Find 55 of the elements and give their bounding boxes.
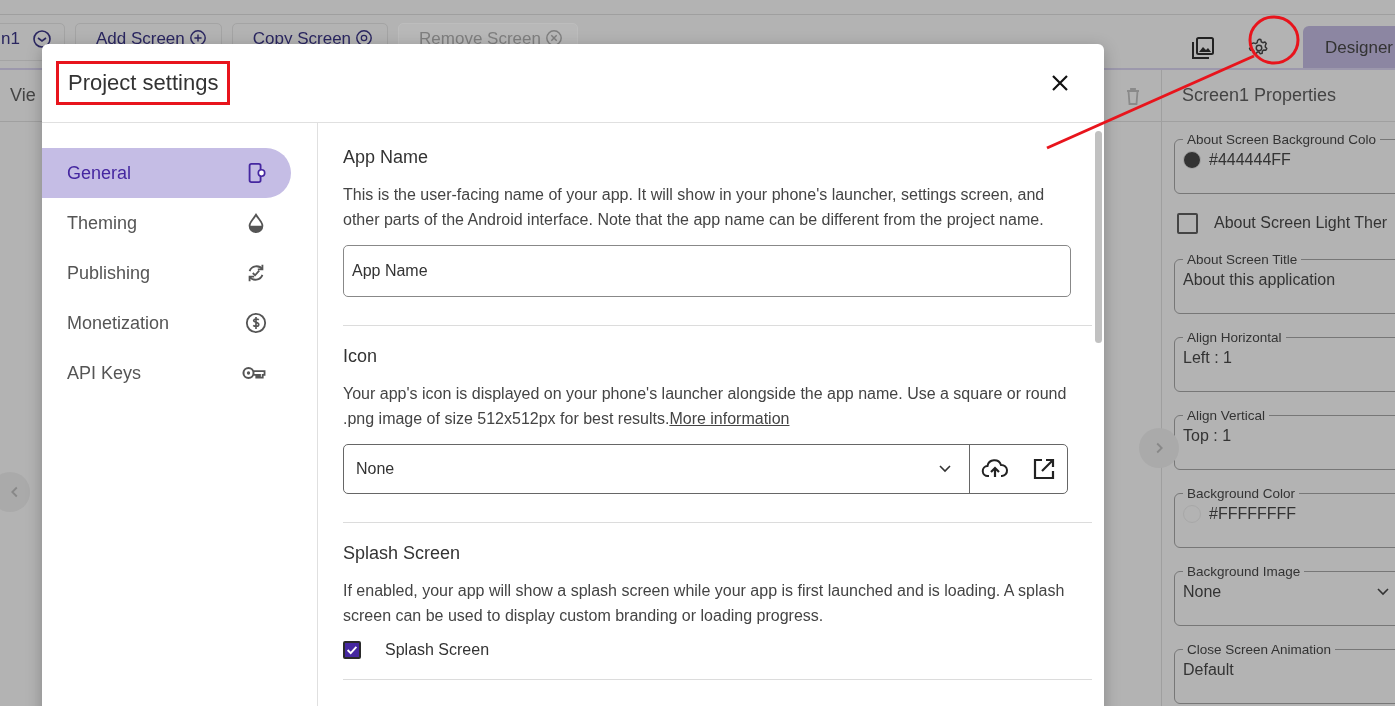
caret-icon: [31, 28, 52, 49]
dollar-icon: [245, 312, 267, 334]
property-field[interactable]: Align Vertical Top : 1: [1174, 408, 1395, 470]
section-description: If enabled, your app will show a splash screen while your app is first launched and is loading. A splash screen can be used to display custom branding or loading progress.: [343, 581, 1066, 626]
viewer-label: Vie: [10, 85, 36, 106]
checkbox-label: About Screen Light Ther: [1214, 214, 1388, 232]
field-label: About Screen Background Colo: [1186, 132, 1378, 147]
app-name-field[interactable]: App Name: [343, 245, 1071, 297]
checkbox-label: Splash Screen: [385, 641, 490, 659]
check-icon: [345, 643, 359, 657]
section-heading: App Name: [343, 147, 430, 168]
section-heading: Splash Screen: [343, 543, 462, 564]
designer-tab[interactable]: Designer: [1303, 25, 1395, 70]
close-icon: [1050, 73, 1070, 93]
field-value: #444444FF: [1209, 151, 1291, 169]
field-label: Background Color: [1186, 486, 1297, 501]
dialog-title: Project settings: [68, 70, 219, 95]
settings-nav-item[interactable]: API Keys: [42, 348, 291, 398]
settings-nav-item[interactable]: General: [42, 148, 291, 198]
copy-icon: [355, 28, 374, 47]
section-heading: Icon: [343, 346, 379, 367]
settings-nav-item[interactable]: Theming: [42, 198, 291, 248]
chevron-down-icon: [939, 465, 951, 473]
property-field[interactable]: About Screen Title About this application: [1174, 252, 1395, 314]
checkbox[interactable]: [1177, 212, 1198, 234]
property-field[interactable]: Background Color #FFFFFFFF: [1174, 486, 1395, 548]
chevron-down-icon: [1377, 588, 1389, 596]
properties-title: Screen1 Properties: [1182, 85, 1337, 106]
field-value: About this application: [1183, 271, 1336, 289]
gallery-icon[interactable]: [1191, 35, 1215, 60]
field-value: Left : 1: [1183, 349, 1232, 367]
plus-icon: [188, 28, 207, 47]
field-label: Close Screen Animation: [1186, 642, 1333, 657]
property-field[interactable]: Close Screen Animation Default: [1174, 642, 1395, 704]
field-value: Top : 1: [1183, 427, 1232, 445]
property-field[interactable]: Align Horizontal Left : 1: [1174, 330, 1395, 392]
field-value: None: [1183, 583, 1222, 601]
settings-nav-item[interactable]: Publishing: [42, 248, 291, 298]
section-description: This is the user-facing name of your app. It will show in your phone's launcher, settings screen, and other parts of the Android interface. Note that the app name can be different from the project name.: [343, 185, 1046, 230]
checkbox[interactable]: [343, 641, 361, 659]
field-value: Default: [1183, 661, 1234, 679]
field-label: Align Vertical: [1186, 408, 1267, 423]
more-information-link[interactable]: More information: [669, 410, 790, 427]
field-value: #FFFFFFFF: [1209, 505, 1297, 523]
field-label: Align Horizontal: [1186, 330, 1283, 345]
field-label: About Screen Title: [1186, 252, 1299, 267]
section-description: Your app's icon is displayed on your phone's launcher alongside the app name. Use a square or round .png image of size 512x512px for best results.More information: [343, 384, 1068, 429]
field-label: Background Image: [1186, 564, 1302, 579]
open-external-icon[interactable]: [1031, 457, 1056, 481]
dropdown-field[interactable]: Background Image None: [1174, 564, 1395, 626]
property-field[interactable]: About Screen Background Colo #444444FF: [1174, 132, 1395, 194]
close-button[interactable]: [1050, 73, 1070, 93]
settings-nav-item[interactable]: Monetization: [42, 298, 291, 348]
remove-icon: [544, 28, 563, 47]
scrollbar-thumb[interactable]: [1095, 131, 1102, 343]
